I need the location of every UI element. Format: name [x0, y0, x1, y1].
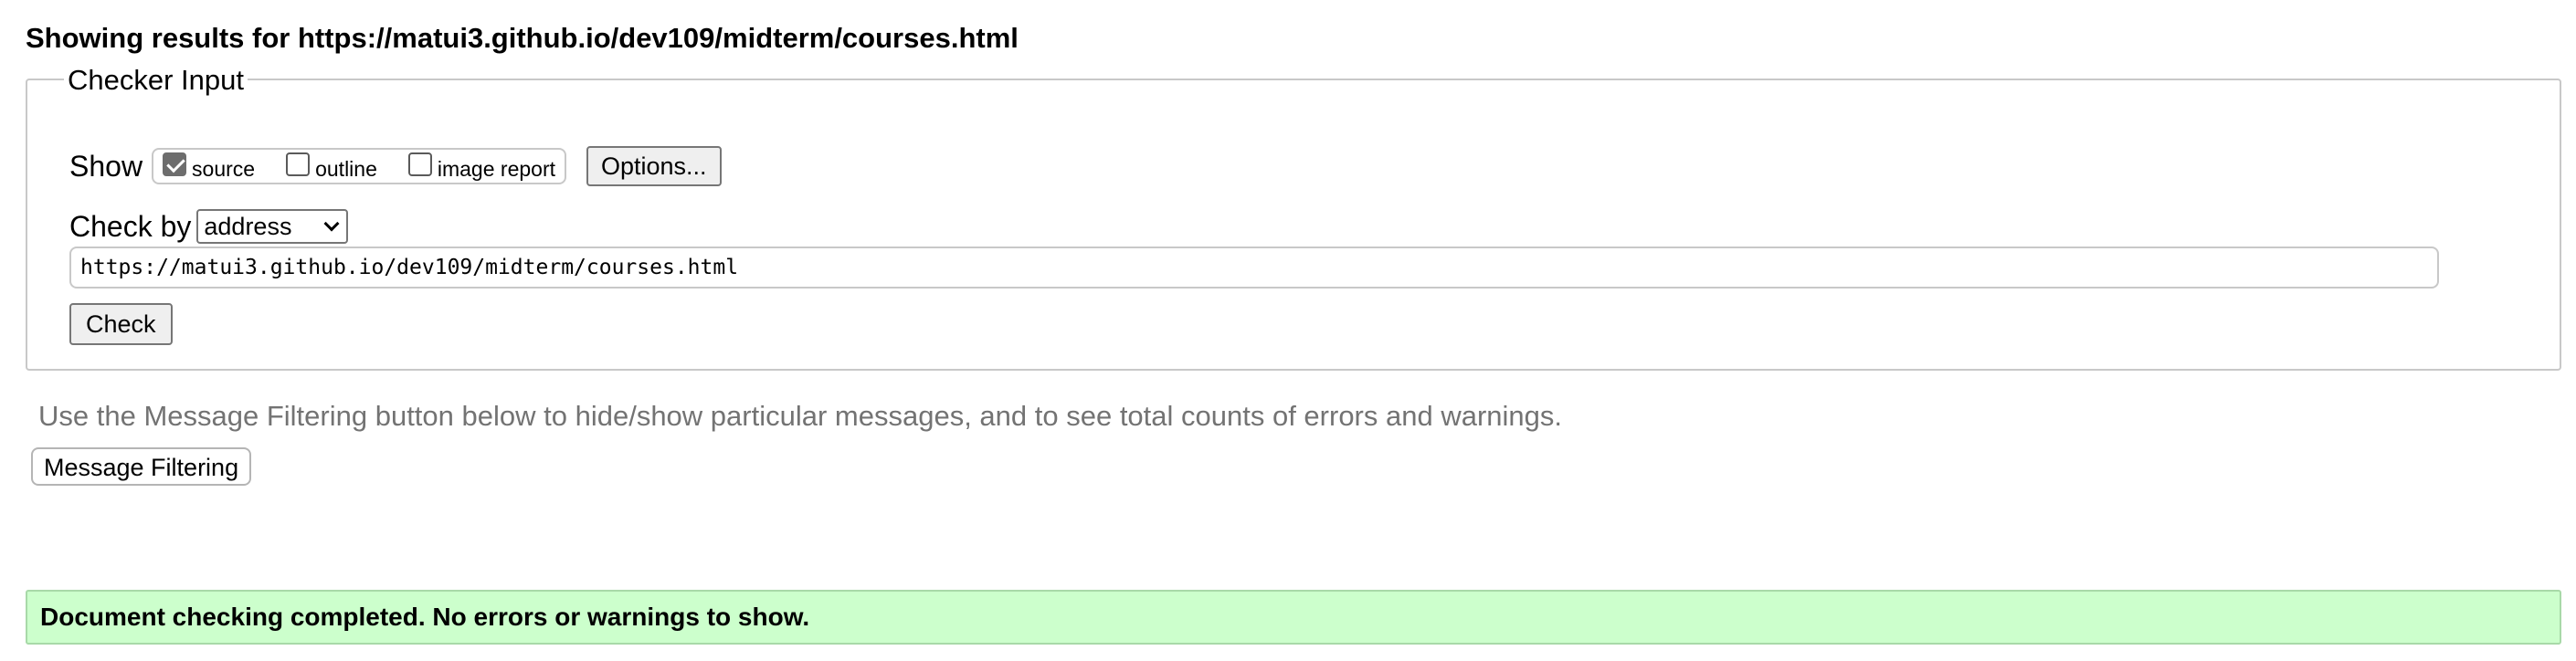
- chevron-down-icon: [323, 215, 340, 232]
- results-heading: Showing results for https://matui3.githu…: [26, 22, 1019, 54]
- show-image-report-option[interactable]: image report: [407, 152, 555, 182]
- validator-page: Showing results for https://matui3.githu…: [0, 0, 2576, 661]
- show-source-option[interactable]: source: [163, 152, 255, 182]
- show-outline-option[interactable]: outline: [286, 152, 377, 182]
- image-report-checkbox[interactable]: [407, 152, 432, 176]
- image-report-label: image report: [437, 156, 555, 181]
- source-checkbox[interactable]: [163, 152, 187, 176]
- message-filtering-button[interactable]: Message Filtering: [31, 447, 252, 486]
- show-row: Show source outline image report Options…: [69, 146, 722, 186]
- checker-input-legend: Checker Input: [64, 64, 248, 97]
- message-filtering-hint: Use the Message Filtering button below t…: [38, 400, 1563, 432]
- url-input[interactable]: https://matui3.github.io/dev109/midterm/…: [69, 247, 2439, 289]
- outline-checkbox[interactable]: [286, 152, 311, 176]
- check-by-label: Check by: [69, 209, 192, 243]
- status-success-message: Document checking completed. No errors o…: [26, 590, 2561, 645]
- source-label: source: [192, 156, 256, 181]
- check-button[interactable]: Check: [69, 303, 173, 345]
- outline-label: outline: [315, 156, 377, 181]
- options-button[interactable]: Options...: [586, 146, 722, 186]
- checker-input-fieldset: Checker Input Show source outline image …: [26, 64, 2561, 371]
- check-by-row: Check by address: [69, 206, 349, 247]
- show-label: Show: [69, 149, 143, 183]
- check-by-select[interactable]: address: [196, 209, 349, 244]
- show-options-group: source outline image report: [152, 148, 566, 184]
- check-by-selected-value: address: [204, 213, 292, 240]
